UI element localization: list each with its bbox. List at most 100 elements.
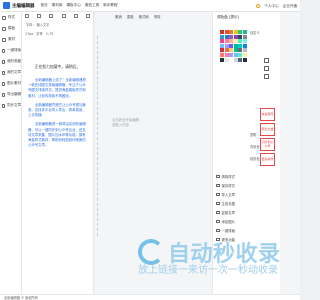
user-center-link[interactable]: 个人中心 [264, 4, 278, 9]
color-swatch[interactable] [220, 30, 224, 34]
color-swatch[interactable] [233, 39, 238, 44]
color-swatch[interactable] [224, 43, 229, 48]
action-buttons: 快速保存导出文章同步到公众号 更多操作 [260, 108, 275, 168]
color-swatch[interactable] [229, 30, 234, 34]
link-icon[interactable] [85, 14, 90, 18]
nav-item-home[interactable]: 首页 [41, 3, 48, 8]
color-swatch[interactable] [238, 57, 243, 62]
rail-item-label: 同步文章 [7, 103, 21, 107]
rail-item[interactable]: 样式 [0, 12, 21, 23]
color-swatch[interactable] [220, 57, 224, 62]
rail-item[interactable]: 我的文章 [0, 67, 21, 78]
color-swatch[interactable] [238, 48, 243, 53]
color-swatch[interactable] [242, 43, 247, 48]
opacity-options [264, 58, 269, 82]
color-swatch[interactable] [242, 57, 247, 62]
color-swatch[interactable] [233, 52, 238, 57]
opacity-option[interactable] [264, 58, 269, 63]
opacity-option[interactable] [264, 66, 269, 71]
side-tool[interactable]: 复制文章 [216, 208, 235, 217]
list-icon[interactable] [73, 14, 78, 18]
clear-button[interactable]: 清除 [154, 14, 161, 19]
color-swatch[interactable] [224, 57, 229, 62]
bold-icon[interactable] [25, 14, 29, 18]
nav-item-tutorial[interactable]: 新手教程 [103, 3, 117, 8]
top-bar: 主编编辑器 首页 素材库 模板中心 微信工具 新手教程 个人中心 企业开通 [0, 0, 300, 12]
color-swatch[interactable] [224, 34, 229, 39]
color-swatch[interactable] [224, 30, 229, 34]
color-swatch[interactable] [229, 52, 234, 57]
color-swatch[interactable] [229, 57, 234, 62]
side-tool[interactable]: 一键排版 [216, 226, 235, 235]
color-swatch[interactable] [238, 43, 243, 48]
app-logo[interactable]: 主编编辑器 [3, 2, 35, 9]
style-icon [2, 15, 6, 20]
color-swatch[interactable] [220, 52, 224, 57]
nav-item-material[interactable]: 素材库 [52, 3, 63, 8]
custom-color-label[interactable]: 自定义 [250, 30, 260, 35]
color-swatch[interactable] [220, 43, 224, 48]
rail-item[interactable]: 同步文章 [0, 100, 21, 111]
rail-item[interactable]: 素材 [0, 34, 21, 45]
logo-icon [3, 2, 10, 9]
action-button[interactable]: 更多操作 [260, 153, 275, 166]
format-brush-button[interactable]: 格式刷 [139, 14, 149, 19]
canvas-hint: 点击此处开始编辑 或拖入内容 [112, 118, 139, 128]
rail-item[interactable]: 模板 [0, 23, 21, 34]
color-swatch[interactable] [224, 39, 229, 44]
undo-button[interactable]: 撤销 [115, 14, 122, 19]
color-swatch[interactable] [238, 39, 243, 44]
italic-icon[interactable] [37, 14, 42, 18]
color-swatch[interactable] [242, 39, 247, 44]
color-swatch[interactable] [224, 48, 229, 53]
color-swatch[interactable] [238, 34, 243, 39]
bell-icon[interactable] [256, 4, 261, 8]
color-swatch[interactable] [242, 48, 247, 53]
color-swatch[interactable] [233, 30, 238, 34]
color-swatch[interactable] [242, 30, 247, 34]
color-swatch[interactable] [220, 34, 224, 39]
color-swatch[interactable] [233, 34, 238, 39]
color-swatch[interactable] [229, 43, 234, 48]
color-swatch[interactable] [242, 34, 247, 39]
color-swatch[interactable] [224, 52, 229, 57]
color-swatch[interactable] [238, 30, 243, 34]
nav-item-wechat-tools[interactable]: 微信工具 [85, 3, 99, 8]
color-swatch[interactable] [229, 48, 234, 53]
color-swatch[interactable] [233, 57, 238, 62]
action-button[interactable]: 同步到公众号 [260, 138, 275, 151]
rail-item[interactable]: 我的收藏 [0, 56, 21, 67]
align-icon[interactable] [61, 14, 66, 18]
color-swatch[interactable] [238, 52, 243, 57]
tool-icon [216, 219, 220, 224]
opacity-option[interactable] [264, 74, 269, 79]
nav-item-templates[interactable]: 模板中心 [66, 3, 80, 8]
side-tool[interactable]: 导入文章 [216, 190, 235, 199]
line-height-select[interactable]: 1.75 [46, 32, 53, 36]
action-button[interactable]: 快速保存 [260, 108, 275, 121]
color-swatch[interactable] [220, 39, 224, 44]
rail-item[interactable]: 一键排版 [0, 45, 21, 56]
side-tool[interactable]: 保存样式 [216, 181, 235, 190]
paragraph: 全新编辑器是一款简洁实用的编辑器，可以一键同步到公众号后台，还支持文章采集、图片… [28, 122, 86, 148]
side-tool[interactable]: 添加图片 [216, 217, 235, 226]
enterprise-link[interactable]: 企业开通 [283, 4, 297, 9]
side-tool[interactable]: 生成长图 [216, 199, 235, 208]
color-swatch[interactable] [233, 48, 238, 53]
color-swatch[interactable] [229, 39, 234, 44]
action-button[interactable]: 导出文章 [260, 123, 275, 136]
color-swatch[interactable] [242, 52, 247, 57]
underline-icon[interactable] [49, 14, 54, 18]
color-swatch[interactable] [229, 34, 234, 39]
tool-icon [216, 228, 220, 233]
rail-item[interactable]: 导出编辑 [0, 89, 21, 100]
color-swatch[interactable] [220, 48, 224, 53]
preview-text: 正在努力加载中，请稍后。 全新编辑器上线了！全新编辑器是一款在线图文排版编辑器，… [28, 64, 87, 148]
redo-button[interactable]: 重做 [127, 14, 134, 19]
material-column: 字体： 输入文字 17px 字号 1.75 正在努力加载中，请稍后。 全新编辑器… [22, 12, 94, 300]
side-tool[interactable]: 清除样式 [216, 172, 235, 181]
font-size-select[interactable]: 17px [25, 32, 33, 36]
rail-item[interactable]: 图片素材 [0, 78, 21, 89]
color-swatch[interactable] [233, 43, 238, 48]
fg-color-label: 前景色 [250, 157, 260, 161]
